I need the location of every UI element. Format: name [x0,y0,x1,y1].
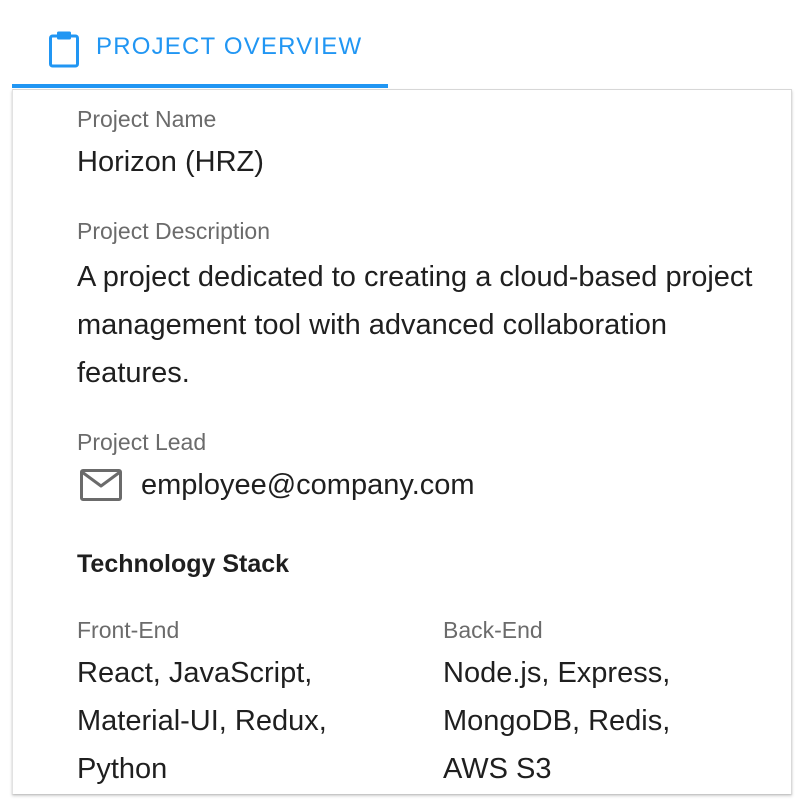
project-name-label: Project Name [77,106,217,132]
project-lead-label: Project Lead [77,429,207,455]
front-end-value: React, JavaScript, Material-UI, Redux, P… [77,657,327,785]
front-end-label: Front-End [77,617,180,643]
project-lead-email[interactable]: employee@company.com [141,463,475,507]
tab-label: PROJECT OVERVIEW [96,33,363,60]
tab-bar: PROJECT OVERVIEW [12,0,792,89]
back-end-value: Node.js, Express, MongoDB, Redis, AWS S3 [443,657,671,785]
technology-stack-title: Technology Stack [77,550,290,578]
tab-project-overview[interactable]: PROJECT OVERVIEW [12,0,388,89]
mail-icon[interactable] [79,468,123,502]
project-description-value: A project dedicated to creating a cloud-… [77,261,753,389]
back-end-label: Back-End [443,617,543,643]
clipboard-icon [48,30,80,68]
project-description-label: Project Description [77,218,271,244]
project-name-value: Horizon (HRZ) [77,146,264,178]
active-tab-indicator [12,84,388,88]
project-overview-page: PROJECT OVERVIEW Project Name Horizon (H… [0,0,800,800]
project-details-card: Project Name Horizon (HRZ) Project Descr… [12,89,792,794]
